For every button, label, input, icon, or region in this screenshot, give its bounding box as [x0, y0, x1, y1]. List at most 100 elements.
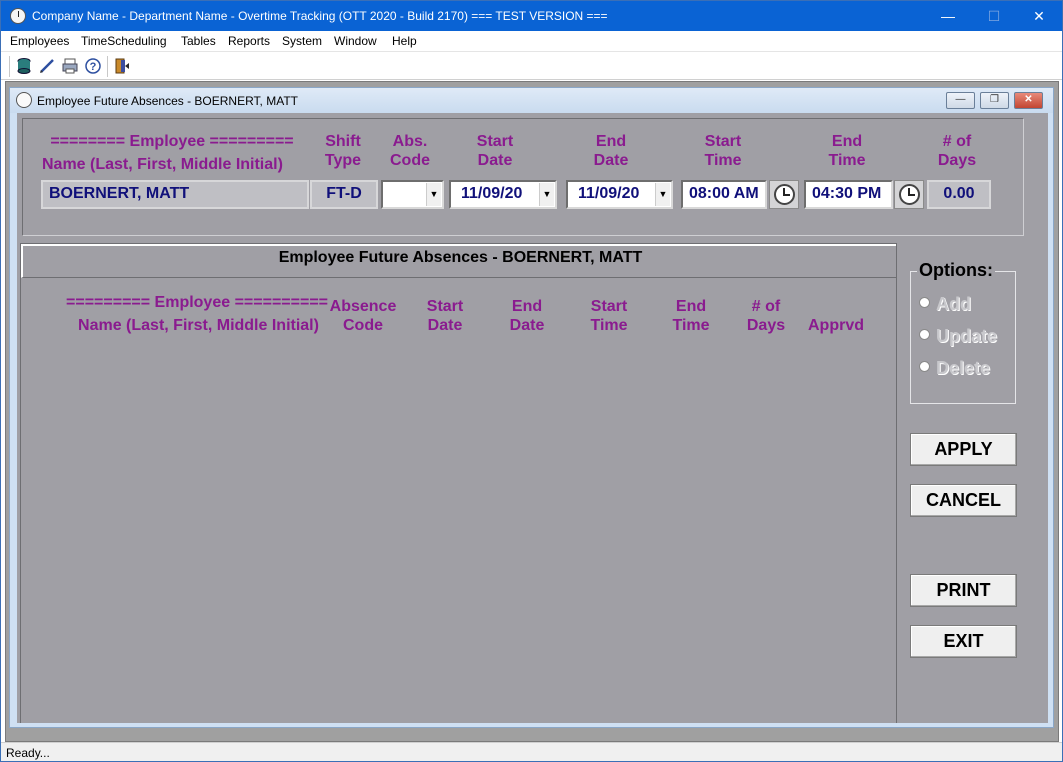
option-label: Add [936, 294, 971, 314]
list-start-date-header: Start Date [415, 297, 475, 335]
list-days-header: # of Days [736, 297, 796, 335]
options-title: Options: [917, 260, 995, 281]
absence-entry-panel: ======== Employee ========= Name (Last, … [22, 118, 1024, 236]
toolbar-separator [9, 56, 10, 77]
header-text: Days [937, 152, 977, 169]
menu-timescheduling[interactable]: TimeScheduling [81, 34, 167, 48]
apply-button[interactable]: APPLY [910, 433, 1017, 466]
start-date-dropdown[interactable]: 11/09/20 ▼ [449, 180, 557, 209]
status-text: Ready... [6, 746, 50, 760]
status-bar: Ready... [1, 742, 1062, 761]
clock-icon [899, 184, 920, 205]
days-field: 0.00 [927, 180, 991, 209]
header-text: Time [828, 152, 866, 169]
list-employee-header-line2: Name (Last, First, Middle Initial) [78, 317, 319, 334]
child-restore-button[interactable]: ❐ [980, 92, 1009, 109]
header-text: End [675, 298, 707, 315]
future-absences-list: Employee Future Absences - BOERNERT, MAT… [20, 243, 897, 723]
toolbar-separator [107, 56, 108, 77]
header-text: Time [590, 317, 628, 334]
days-header: # of Days [927, 132, 987, 170]
header-text: Shift [325, 133, 361, 150]
exit-icon[interactable] [113, 57, 131, 75]
child-minimize-button[interactable]: — [946, 92, 975, 109]
menu-tables[interactable]: Tables [181, 34, 216, 48]
abs-code-dropdown[interactable]: ▼ [381, 180, 444, 209]
shift-type-field: FT-D [310, 180, 378, 209]
menu-bar: Employees TimeScheduling Tables Reports … [1, 31, 1062, 52]
chevron-down-icon[interactable]: ▼ [426, 183, 441, 206]
radio-icon [919, 297, 930, 308]
header-text: Date [477, 152, 513, 169]
end-date-header: End Date [581, 132, 641, 170]
close-button[interactable]: ✕ [1016, 1, 1062, 31]
employee-future-absences-window: Employee Future Absences - BOERNERT, MAT… [9, 87, 1054, 728]
clock-icon [16, 92, 32, 108]
end-date-dropdown[interactable]: 11/09/20 ▼ [566, 180, 673, 209]
menu-employees[interactable]: Employees [10, 34, 69, 48]
option-update-radio[interactable]: Update [919, 326, 997, 347]
list-absence-code-header: Absence Code [323, 297, 403, 335]
start-date-header: Start Date [465, 132, 525, 170]
list-end-date-header: End Date [497, 297, 557, 335]
clock-icon [774, 184, 795, 205]
header-text: Date [509, 317, 545, 334]
end-time-header: End Time [817, 132, 877, 170]
toolbar: ? [1, 53, 1062, 80]
header-text: Time [704, 152, 742, 169]
application-window: Company Name - Department Name - Overtim… [0, 0, 1063, 762]
list-start-time-header: Start Time [579, 297, 639, 335]
radio-icon [919, 361, 930, 372]
exit-button[interactable]: EXIT [910, 625, 1017, 658]
option-label: Delete [936, 358, 991, 378]
start-date-value: 11/09/20 [461, 185, 523, 202]
window-title: Company Name - Department Name - Overtim… [32, 9, 608, 23]
help-icon[interactable]: ? [84, 57, 102, 75]
maximize-button[interactable]: ☐ [971, 1, 1017, 31]
list-approved-header: Apprvd [808, 317, 864, 334]
option-delete-radio[interactable]: Delete [919, 358, 990, 379]
radio-icon [919, 329, 930, 340]
list-title: Employee Future Absences - BOERNERT, MAT… [278, 249, 643, 266]
print-icon[interactable] [61, 57, 79, 75]
header-text: Date [427, 317, 463, 334]
header-text: End [511, 298, 543, 315]
clock-icon [10, 8, 26, 24]
list-title-bar: Employee Future Absences - BOERNERT, MAT… [21, 244, 896, 278]
end-time-field[interactable]: 04:30 PM [804, 180, 893, 209]
menu-reports[interactable]: Reports [228, 34, 270, 48]
header-text: Start [476, 133, 514, 150]
header-text: Type [324, 152, 362, 169]
menu-window[interactable]: Window [334, 34, 377, 48]
employee-name-field: BOERNERT, MATT [41, 180, 309, 209]
chevron-down-icon[interactable]: ▼ [655, 183, 670, 206]
end-time-clock-button[interactable] [894, 180, 924, 209]
abs-code-header: Abs. Code [380, 132, 440, 170]
start-time-field[interactable]: 08:00 AM [681, 180, 767, 209]
list-end-time-header: End Time [661, 297, 721, 335]
end-date-value: 11/09/20 [578, 185, 640, 202]
cancel-button[interactable]: CANCEL [910, 484, 1017, 517]
form-client-area: ======== Employee ========= Name (Last, … [17, 113, 1048, 723]
start-time-clock-button[interactable] [769, 180, 799, 209]
edit-icon[interactable] [38, 57, 56, 75]
child-window-title: Employee Future Absences - BOERNERT, MAT… [37, 94, 298, 108]
mdi-client-area: Employee Future Absences - BOERNERT, MAT… [5, 81, 1059, 742]
option-label: Update [936, 326, 998, 346]
header-text: Start [704, 133, 742, 150]
chevron-down-icon[interactable]: ▼ [539, 183, 554, 206]
employee-header-line1: ======== Employee ========= [50, 133, 294, 150]
menu-system[interactable]: System [282, 34, 322, 48]
header-text: Absence [329, 298, 397, 315]
option-add-radio[interactable]: Add [919, 294, 971, 315]
database-icon[interactable] [15, 57, 33, 75]
print-button[interactable]: PRINT [910, 574, 1017, 607]
menu-help[interactable]: Help [392, 34, 417, 48]
header-text: Abs. [392, 133, 428, 150]
child-title-bar: Employee Future Absences - BOERNERT, MAT… [10, 88, 1053, 113]
header-text: # of [942, 133, 972, 150]
minimize-button[interactable]: — [925, 1, 971, 31]
employee-header-line2: Name (Last, First, Middle Initial) [42, 156, 283, 173]
header-text: Date [593, 152, 629, 169]
child-close-button[interactable]: ✕ [1014, 92, 1043, 109]
